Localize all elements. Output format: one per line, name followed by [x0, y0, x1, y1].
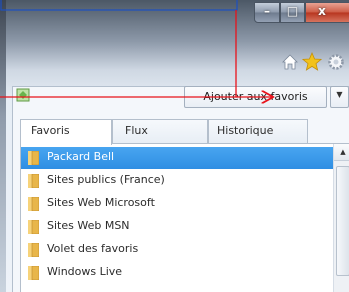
list-item[interactable]: Volet des favoris	[21, 239, 333, 261]
tab-favoris[interactable]: Favoris	[20, 119, 112, 145]
pin-favorites-center-icon[interactable]	[16, 88, 30, 102]
list-item[interactable]: Sites Web Microsoft	[21, 193, 333, 215]
folder-icon	[28, 266, 39, 280]
favorites-star-icon[interactable]	[302, 52, 322, 71]
chevron-down-icon: ▼	[336, 90, 343, 99]
list-item-label: Packard Bell	[47, 150, 115, 163]
window-frame-left-edge	[0, 0, 6, 292]
maximize-icon: □	[286, 4, 299, 18]
list-item-label: Sites Web Microsoft	[47, 196, 155, 209]
minimize-button[interactable]: –	[254, 2, 280, 23]
list-item[interactable]: Sites Web MSN	[21, 216, 333, 238]
add-to-favorites-button[interactable]: Ajouter aux favoris	[184, 86, 327, 108]
folder-icon	[28, 197, 39, 211]
list-item[interactable]: Windows Live	[21, 262, 333, 284]
scroll-up-icon[interactable]: ▲	[334, 144, 349, 161]
tab-flux[interactable]: Flux	[112, 119, 208, 143]
tools-gear-icon[interactable]	[326, 52, 346, 72]
minimize-icon: –	[264, 4, 270, 18]
list-item-label: Sites Web MSN	[47, 219, 130, 232]
scrollbar-thumb[interactable]	[336, 166, 349, 276]
list-item[interactable]: Packard Bell	[21, 147, 333, 169]
list-item-label: Volet des favoris	[47, 242, 139, 255]
list-item[interactable]: Sites publics (France)	[21, 170, 333, 192]
folder-icon	[28, 174, 39, 188]
list-item-label: Sites publics (France)	[47, 173, 165, 186]
screenshot-stage: – □ x Ajouter aux favoris ▼ Favoris Flux…	[0, 0, 349, 292]
folder-icon	[28, 220, 39, 234]
folder-icon	[28, 151, 39, 165]
close-button[interactable]: x	[305, 2, 349, 23]
list-item-label: Windows Live	[47, 265, 123, 278]
folder-icon	[28, 243, 39, 257]
maximize-button[interactable]: □	[280, 2, 305, 23]
home-icon[interactable]	[282, 54, 298, 70]
vertical-scrollbar[interactable]: ▲	[333, 144, 349, 292]
close-icon: x	[318, 4, 326, 18]
favorites-list: Packard Bell Sites publics (France) Site…	[20, 143, 349, 292]
tab-historique[interactable]: Historique	[208, 119, 308, 143]
add-to-favorites-dropdown-button[interactable]: ▼	[330, 86, 349, 108]
